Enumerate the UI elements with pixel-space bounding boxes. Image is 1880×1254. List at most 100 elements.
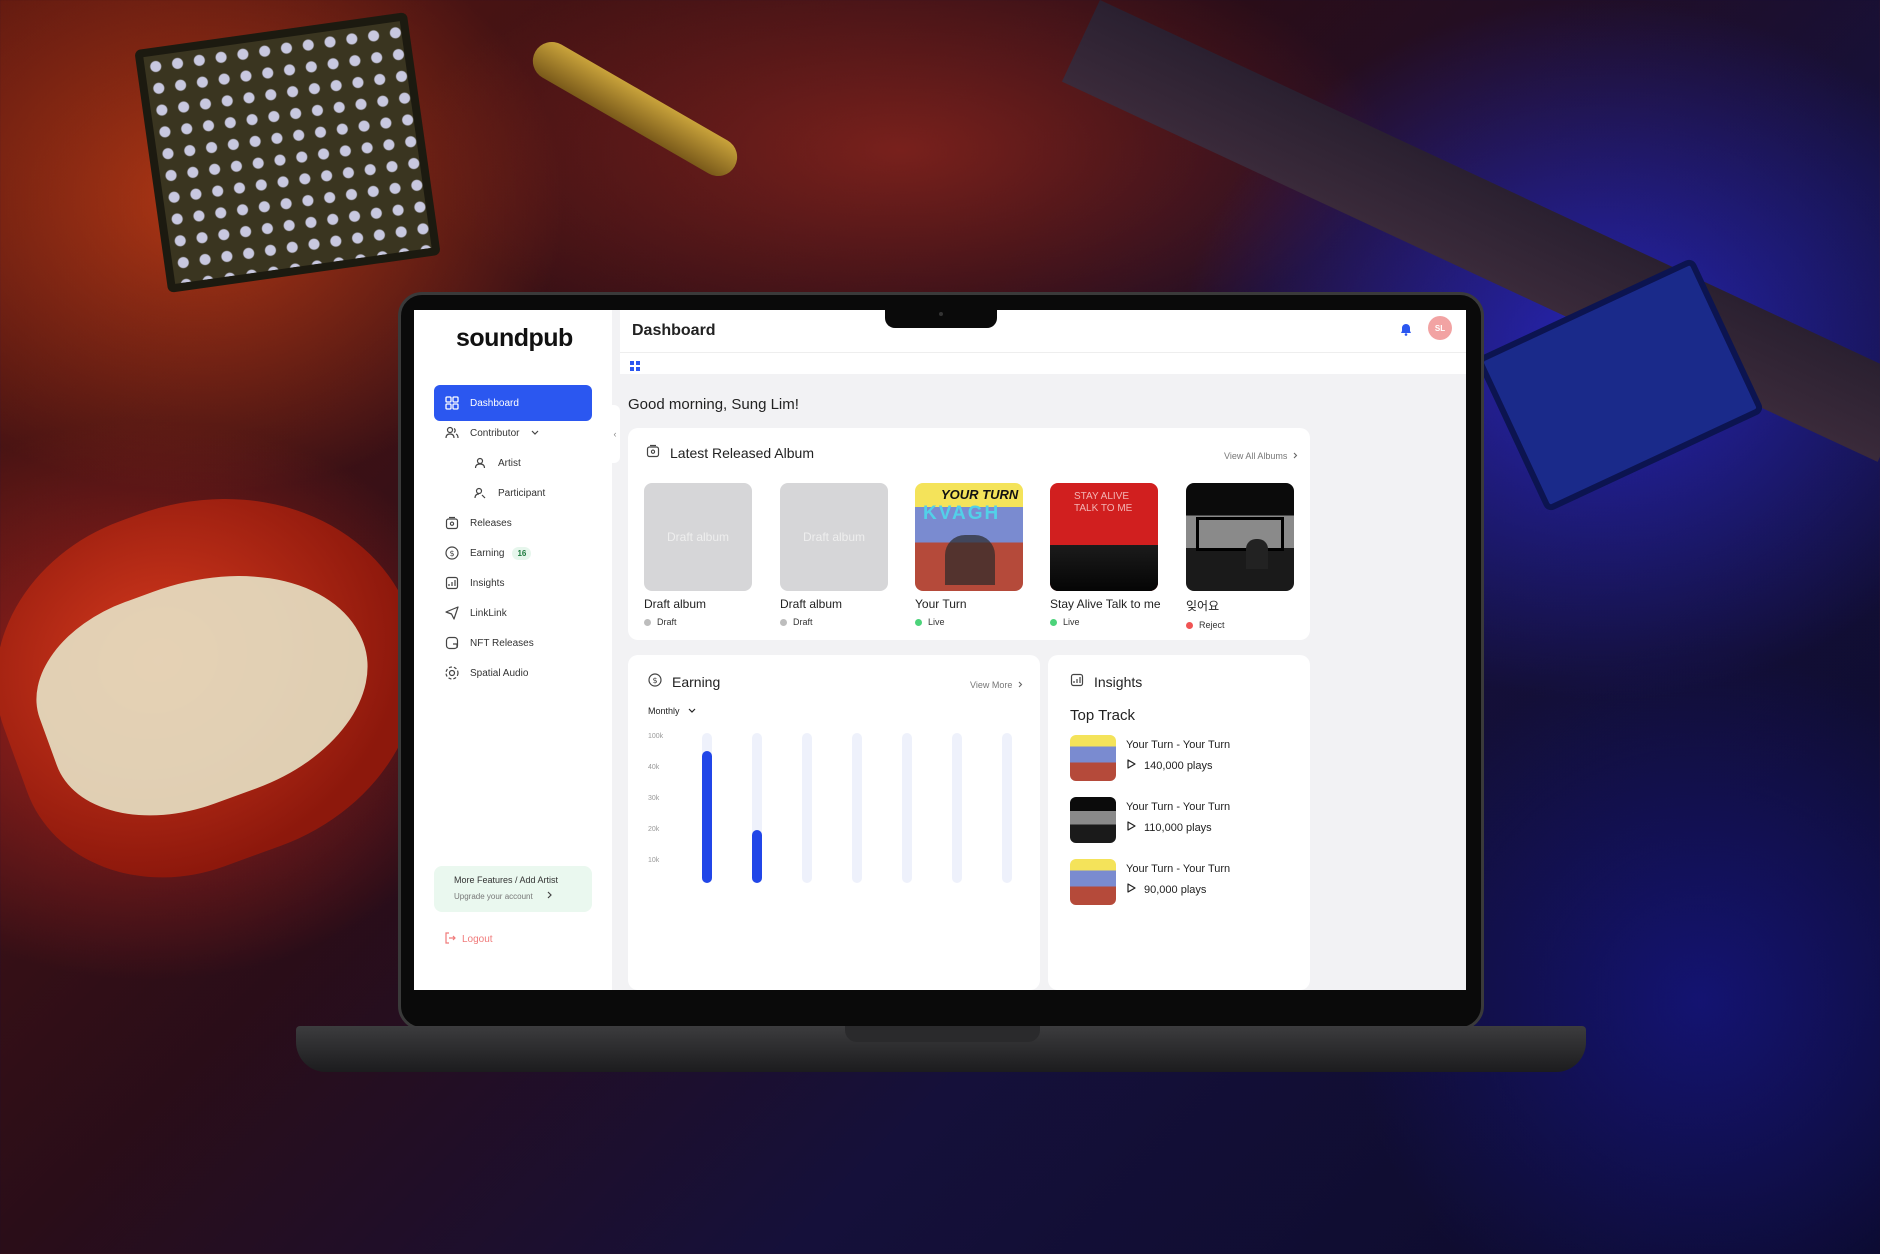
status-dot [1186, 621, 1193, 629]
album-card[interactable]: Draft album Draft album Draft [644, 483, 752, 627]
earning-card: $ Earning View More Monthly 100k 40k 30k 20… [628, 655, 1040, 990]
status-label: Reject [1199, 620, 1225, 630]
play-icon [1126, 883, 1136, 896]
card-title-text: Insights [1094, 673, 1143, 690]
view-all-albums-link[interactable]: View All Albums [1224, 451, 1298, 461]
track-name: Your Turn - Your Turn [1126, 863, 1231, 875]
sidebar-item-label: Earning [470, 547, 505, 559]
sidebar-item-label: Artist [498, 457, 521, 469]
sidebar-item-spatial-audio[interactable]: Spatial Audio [434, 655, 592, 691]
sidebar-item-label: Participant [498, 487, 546, 499]
y-tick-label: 10k [648, 857, 660, 864]
top-header: Dashboard SL [620, 310, 1466, 352]
album-status: Live [1050, 617, 1158, 627]
avatar[interactable]: SL [1428, 316, 1452, 340]
bar-track [1002, 733, 1012, 883]
cover-subtitle-text: TALK TO ME [1074, 503, 1133, 514]
dashboard-icon [444, 395, 460, 411]
top-track-item[interactable]: Your Turn - Your Turn 110,000 plays [1070, 797, 1230, 843]
album-cover: YOUR TURN KVAGH [915, 483, 1023, 591]
card-title: $ Earning [648, 673, 720, 690]
sidebar-item-label: Spatial Audio [470, 667, 529, 679]
sidebar-item-label: Insights [470, 577, 505, 589]
play-icon [1126, 821, 1136, 834]
album-card[interactable]: 잊어요 Reject [1186, 483, 1294, 630]
chart-bar[interactable] [702, 751, 712, 883]
cover-title-text: YOUR TURN [941, 487, 1019, 502]
album-card[interactable]: Draft album Draft album Draft [780, 483, 888, 627]
svg-text:$: $ [449, 549, 454, 558]
album-title: Draft album [780, 597, 843, 611]
track-name: Your Turn - Your Turn [1126, 739, 1231, 751]
cover-figure [1246, 539, 1268, 569]
album-cover [1186, 483, 1294, 591]
upgrade-promo[interactable]: More Features / Add Artist Upgrade your … [434, 866, 592, 912]
chart-icon [1070, 673, 1084, 690]
insights-card: Insights Top Track Your Turn - Your Turn… [1048, 655, 1310, 990]
grid-view-icon[interactable] [630, 358, 640, 376]
bar-track [952, 733, 962, 883]
dollar-icon: $ [444, 545, 460, 561]
chevron-right-icon [1018, 680, 1023, 690]
album-icon [646, 444, 660, 461]
album-status: Draft [644, 617, 752, 627]
user-icon [472, 485, 488, 501]
page-title: Dashboard [632, 322, 716, 339]
track-info: Your Turn - Your Turn 140,000 plays [1126, 735, 1230, 772]
promo-sub-text: Upgrade your account [454, 891, 533, 901]
card-title-text: Latest Released Album [670, 444, 814, 461]
logout-button[interactable]: Logout [444, 932, 493, 947]
album-card[interactable]: STAY ALIVE TALK TO ME Stay Alive Talk to… [1050, 483, 1161, 627]
view-all-label: View All Albums [1224, 451, 1288, 461]
plays-count: 140,000 plays [1144, 759, 1213, 772]
sidebar-item-label: Dashboard [470, 397, 519, 409]
app-logo[interactable]: soundpub [456, 324, 573, 353]
sidebar-item-label: Contributor [470, 427, 520, 439]
cover-stage [1050, 545, 1158, 591]
guitar-pickguard [12, 530, 398, 850]
chevron-left-icon: ‹ [613, 429, 617, 439]
y-tick-label: 30k [648, 795, 660, 802]
logout-icon [444, 932, 456, 947]
period-label: Monthly [648, 706, 680, 716]
album-card[interactable]: YOUR TURN KVAGH Your Turn Live [915, 483, 1023, 627]
earning-badge: 16 [512, 546, 532, 560]
spatial-icon [444, 665, 460, 681]
track-thumbnail [1070, 797, 1116, 843]
card-title-text: Earning [672, 673, 721, 690]
chevron-down-icon [531, 428, 539, 439]
y-tick-label: 100k [648, 733, 664, 740]
period-select[interactable]: Monthly [648, 706, 696, 716]
album-title: Stay Alive Talk to me [1050, 597, 1161, 611]
album-status: Live [915, 617, 1023, 627]
promo-subtitle: Upgrade your account [454, 891, 582, 901]
card-title: Latest Released Album [646, 444, 814, 461]
bar-track [902, 733, 912, 883]
sidebar: soundpub Dashboard Contributor Artist Pa… [414, 310, 612, 990]
view-more-link[interactable]: View More [970, 680, 1023, 690]
bell-icon[interactable] [1400, 323, 1412, 341]
chart-bar[interactable] [752, 830, 762, 883]
album-title: Draft album [644, 597, 707, 611]
microphone [525, 35, 745, 183]
track-thumbnail [1070, 735, 1116, 781]
album-icon [444, 515, 460, 531]
sidebar-collapse-button[interactable]: ‹ [610, 405, 620, 463]
dollar-icon: $ [648, 673, 662, 690]
album-status: Reject [1186, 620, 1294, 630]
top-track-item[interactable]: Your Turn - Your Turn 140,000 plays [1070, 735, 1230, 781]
plays-count: 90,000 plays [1144, 883, 1207, 896]
play-icon [1126, 759, 1136, 772]
nft-icon [444, 635, 460, 651]
track-plays: 140,000 plays [1126, 759, 1230, 772]
status-dot [915, 618, 922, 626]
cover-figures [945, 535, 995, 585]
album-title: Your Turn [915, 597, 967, 611]
track-info: Your Turn - Your Turn 90,000 plays [1126, 859, 1230, 896]
cover-window [1196, 517, 1284, 551]
app-screen: soundpub Dashboard Contributor Artist Pa… [414, 310, 1466, 990]
y-tick-label: 20k [648, 826, 660, 833]
laptop-hinge-notch [845, 1026, 1040, 1042]
top-track-item[interactable]: Your Turn - Your Turn 90,000 plays [1070, 859, 1230, 905]
track-name: Your Turn - Your Turn [1126, 801, 1231, 813]
